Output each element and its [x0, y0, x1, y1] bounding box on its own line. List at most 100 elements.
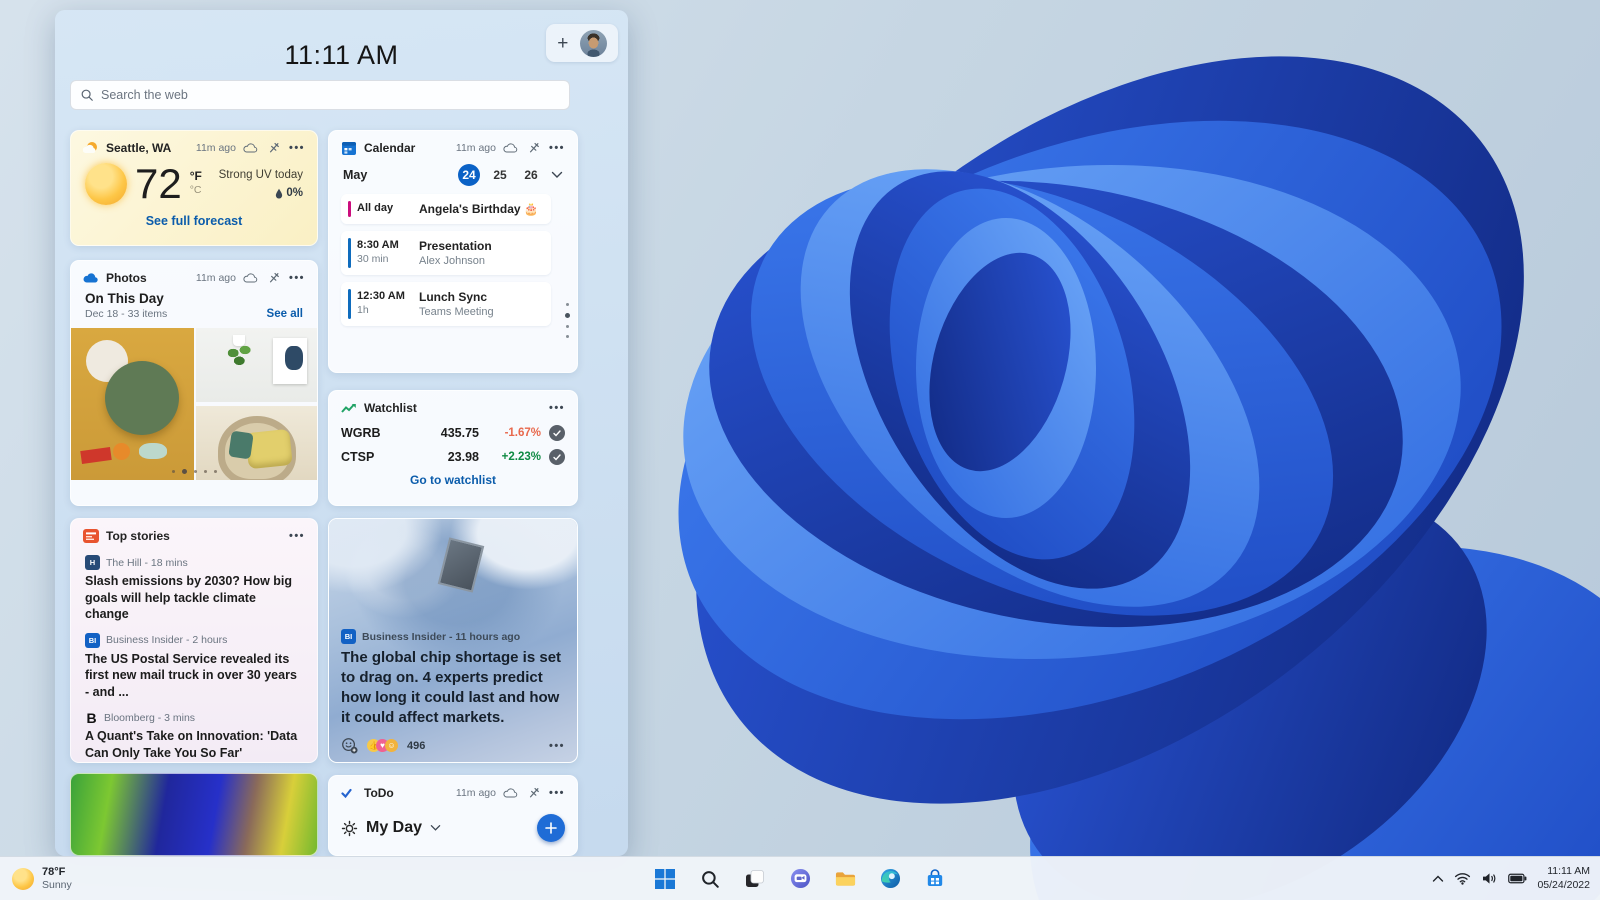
file-explorer-button[interactable]	[829, 863, 861, 895]
more-icon[interactable]: •••	[289, 140, 305, 156]
story-headline: The US Postal Service revealed its first…	[85, 651, 303, 701]
add-widget-button[interactable]: +	[557, 34, 568, 53]
event-title: Presentation	[419, 239, 492, 253]
photo-thumbnail[interactable]	[196, 328, 317, 402]
search-button[interactable]	[694, 863, 726, 895]
calendar-event[interactable]: All day Angela's Birthday 🎂	[341, 194, 551, 224]
event-duration: 30 min	[357, 253, 409, 265]
cloud-icon[interactable]	[243, 140, 259, 156]
date-chip[interactable]: 25	[489, 164, 511, 186]
edge-browser-button[interactable]	[874, 863, 906, 895]
story-item[interactable]: B Bloomberg - 3 mins A Quant's Take on I…	[71, 704, 317, 763]
photo-collage[interactable]	[71, 328, 317, 480]
event-subtitle: Teams Meeting	[419, 306, 494, 318]
cloud-icon[interactable]	[503, 140, 519, 156]
todo-widget[interactable]: ToDo 11m ago •••	[328, 775, 578, 856]
story-item[interactable]: H The Hill - 18 mins Slash emissions by …	[71, 549, 317, 627]
cloud-icon[interactable]	[503, 785, 519, 801]
ticker-price: 435.75	[441, 426, 479, 440]
tray-chevron-up-icon[interactable]	[1432, 875, 1444, 883]
photos-widget[interactable]: Photos 11m ago ••• On This Day Dec 18 - …	[70, 260, 318, 506]
source-meta: Business Insider - 11 hours ago	[362, 631, 520, 643]
see-full-forecast-link[interactable]: See full forecast	[71, 214, 317, 228]
volume-icon[interactable]	[1481, 872, 1498, 885]
more-icon[interactable]: •••	[549, 400, 565, 416]
event-time: 12:30 AM	[357, 290, 409, 302]
updated-label: 11m ago	[196, 142, 236, 154]
see-all-link[interactable]: See all	[267, 308, 303, 320]
search-input[interactable]	[101, 88, 560, 102]
watchlist-icon	[341, 400, 357, 416]
weather-widget[interactable]: Seattle, WA 11m ago ••• 72 °F °C	[70, 130, 318, 246]
more-icon[interactable]: •••	[549, 785, 565, 801]
month-label: May	[343, 168, 367, 182]
teams-chat-button[interactable]	[784, 863, 816, 895]
calendar-event[interactable]: 12:30 AM 1h Lunch Sync Teams Meeting	[341, 282, 551, 326]
temperature-value: 72	[135, 163, 182, 205]
widget-title: Top stories	[106, 529, 170, 543]
updated-label: 11m ago	[456, 142, 496, 154]
photos-pager-dots[interactable]	[71, 469, 317, 474]
ticker-change: -1.67%	[487, 427, 541, 439]
taskbar-weather-widget[interactable]: 78°F Sunny	[12, 866, 72, 892]
more-icon[interactable]: •••	[549, 738, 565, 754]
date-chip-selected[interactable]: 24	[458, 164, 480, 186]
add-reaction-icon[interactable]	[341, 737, 358, 754]
pin-icon[interactable]	[266, 140, 282, 156]
news-photo-card[interactable]: BI Business Insider - 11 hours ago The g…	[328, 518, 578, 763]
updated-label: 11m ago	[196, 272, 236, 284]
event-duration: 1h	[357, 304, 409, 316]
photos-cloud-icon	[83, 270, 99, 286]
wallpaper-bloom	[550, 0, 1600, 900]
unit-fahrenheit[interactable]: °F	[190, 169, 202, 183]
go-to-watchlist-link[interactable]: Go to watchlist	[329, 473, 577, 487]
taskbar-clock[interactable]: 11:11 AM 05/24/2022	[1537, 865, 1590, 892]
chevron-down-icon[interactable]	[551, 171, 563, 179]
more-icon[interactable]: •••	[289, 270, 305, 286]
top-stories-widget[interactable]: Top stories ••• H The Hill - 18 mins Sla…	[70, 518, 318, 763]
watchlist-widget[interactable]: Watchlist ••• WGRB 435.75 -1.67% CTSP 23…	[328, 390, 578, 506]
calendar-event[interactable]: 8:30 AM 30 min Presentation Alex Johnson	[341, 231, 551, 275]
my-day-sun-icon	[341, 820, 358, 837]
watchlist-row[interactable]: WGRB 435.75 -1.67%	[329, 421, 577, 445]
watchlist-row[interactable]: CTSP 23.98 +2.23%	[329, 445, 577, 469]
ticker-price: 23.98	[448, 450, 479, 464]
news-image-card-cropped[interactable]	[70, 773, 318, 856]
add-task-button[interactable]	[537, 814, 565, 842]
unit-celsius[interactable]: °C	[190, 184, 202, 196]
my-day-label[interactable]: My Day	[366, 819, 422, 837]
chevron-down-icon[interactable]	[430, 824, 441, 832]
start-button[interactable]	[649, 863, 681, 895]
pin-icon[interactable]	[266, 270, 282, 286]
story-item[interactable]: BI Business Insider - 2 hours The US Pos…	[71, 627, 317, 705]
calendar-pager-dots[interactable]	[565, 303, 570, 338]
more-icon[interactable]: •••	[549, 140, 565, 156]
battery-icon[interactable]	[1508, 873, 1527, 884]
source-badge: H	[85, 555, 100, 570]
source-badge: BI	[341, 629, 356, 644]
desktop: 11:11 AM + Seattle, WA 11m ago	[0, 0, 1600, 900]
avatar[interactable]	[580, 30, 607, 57]
reaction-icons: 👍♥☺	[367, 739, 398, 752]
wifi-icon[interactable]	[1454, 872, 1471, 885]
task-view-button[interactable]	[739, 863, 771, 895]
web-search-bar[interactable]	[70, 80, 570, 110]
panel-actions: +	[546, 24, 618, 62]
photo-thumbnail[interactable]	[71, 328, 194, 480]
pin-icon[interactable]	[526, 140, 542, 156]
photos-heading: On This Day	[85, 291, 167, 306]
pin-icon[interactable]	[526, 785, 542, 801]
microsoft-store-button[interactable]	[919, 863, 951, 895]
more-icon[interactable]: •••	[289, 528, 305, 544]
sun-icon	[85, 163, 127, 205]
check-circle-icon[interactable]	[549, 425, 565, 441]
calendar-widget[interactable]: Calendar 11m ago ••• May 24 25 2	[328, 130, 578, 373]
widget-title: Photos	[106, 271, 147, 285]
updated-label: 11m ago	[456, 787, 496, 799]
clock-date: 05/24/2022	[1537, 879, 1590, 893]
source-badge: B	[85, 710, 98, 725]
date-chip[interactable]: 26	[520, 164, 542, 186]
cloud-icon[interactable]	[243, 270, 259, 286]
precipitation-value: 0%	[286, 187, 303, 199]
check-circle-icon[interactable]	[549, 449, 565, 465]
